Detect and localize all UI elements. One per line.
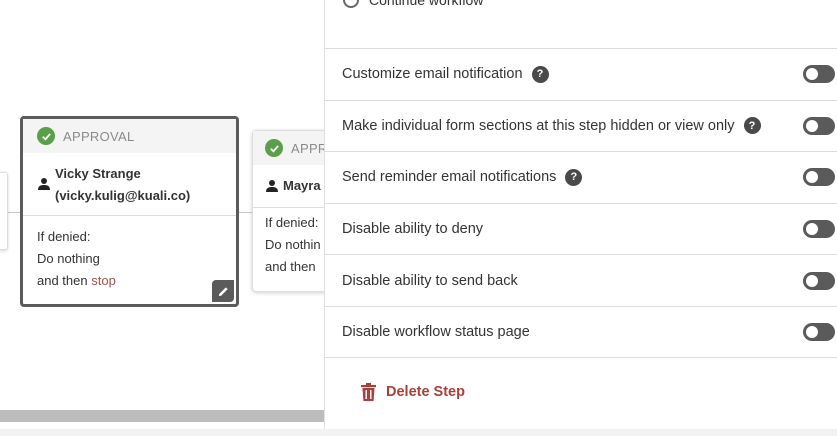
step-settings-panel: Continue workflow Customize email notifi… — [324, 0, 837, 429]
approver: Vicky Strange (vicky.kulig@kuali.co) — [23, 153, 236, 207]
denied-then: and then — [265, 259, 316, 274]
bottom-strip — [0, 429, 837, 436]
card-header: APPROVAL — [23, 119, 236, 153]
step-type-label: APPROVAL — [63, 128, 135, 144]
setting-label: Customize email notification — [342, 66, 523, 83]
approver: Mayra — [253, 165, 324, 197]
setting-label: Disable ability to send back — [342, 272, 518, 289]
pencil-icon — [218, 286, 228, 296]
approval-step-card-selected[interactable]: APPROVAL Vicky Strange (vicky.kulig@kual… — [20, 116, 239, 307]
denied-label: If denied: — [37, 229, 91, 244]
settings-list: Customize email notification ? Make indi… — [325, 48, 837, 358]
denied-label: If denied: — [265, 215, 319, 230]
continue-workflow-option[interactable]: Continue workflow — [343, 0, 483, 8]
denied-then: and then — [37, 273, 88, 288]
reminder-email-toggle[interactable] — [803, 168, 835, 187]
denied-then-line: and then stop — [37, 270, 236, 292]
person-icon — [266, 180, 278, 192]
approval-step-card[interactable]: APPR Mayra If denied: Do nothin and then — [252, 130, 324, 292]
setting-row-disable-send-back: Disable ability to send back — [325, 254, 837, 306]
approver-name: Vicky Strange — [55, 166, 141, 181]
approver-name: Mayra — [283, 178, 321, 193]
denied-stop: stop — [91, 273, 116, 288]
setting-row-hidden-sections: Make individual form sections at this st… — [325, 99, 837, 152]
approver-email: (vicky.kulig@kuali.co) — [55, 188, 191, 203]
person-icon — [38, 178, 50, 190]
continue-workflow-radio[interactable] — [343, 0, 359, 8]
previous-step-card[interactable] — [0, 172, 8, 250]
step-type-label: APPR — [291, 140, 324, 156]
disable-deny-toggle[interactable] — [803, 220, 835, 239]
horizontal-scrollbar[interactable] — [0, 410, 324, 422]
edit-step-button[interactable] — [212, 280, 234, 302]
check-circle-icon — [37, 127, 55, 145]
hidden-sections-toggle[interactable] — [803, 116, 835, 135]
denied-behavior: If denied: Do nothin and then — [253, 208, 324, 278]
setting-row-disable-deny: Disable ability to deny — [325, 202, 837, 255]
help-icon[interactable]: ? — [743, 117, 761, 135]
setting-row-disable-status-page: Disable workflow status page — [325, 305, 837, 358]
card-header: APPR — [253, 131, 324, 165]
trash-icon — [361, 383, 376, 401]
setting-label: Disable workflow status page — [342, 323, 530, 340]
delete-step-button[interactable]: Delete Step — [361, 383, 465, 401]
continue-workflow-label: Continue workflow — [369, 0, 484, 8]
denied-behavior: If denied: Do nothing and then stop — [23, 216, 236, 292]
help-icon[interactable]: ? — [531, 65, 549, 83]
setting-label: Disable ability to deny — [342, 221, 484, 238]
workflow-canvas: APPROVAL Vicky Strange (vicky.kulig@kual… — [0, 0, 324, 436]
disable-send-back-toggle[interactable] — [803, 271, 835, 290]
setting-row-reminder-email: Send reminder email notifications ? — [325, 151, 837, 203]
denied-action: Do nothing — [37, 251, 100, 266]
denied-action: Do nothin — [265, 237, 321, 252]
customize-email-toggle[interactable] — [803, 65, 835, 84]
setting-label: Make individual form sections at this st… — [342, 117, 735, 134]
setting-label: Send reminder email notifications — [342, 169, 557, 186]
disable-status-page-toggle[interactable] — [803, 322, 835, 341]
delete-step-label: Delete Step — [386, 384, 465, 400]
check-circle-icon — [265, 139, 283, 157]
setting-row-customize-email: Customize email notification ? — [325, 48, 837, 100]
help-icon[interactable]: ? — [565, 168, 583, 186]
